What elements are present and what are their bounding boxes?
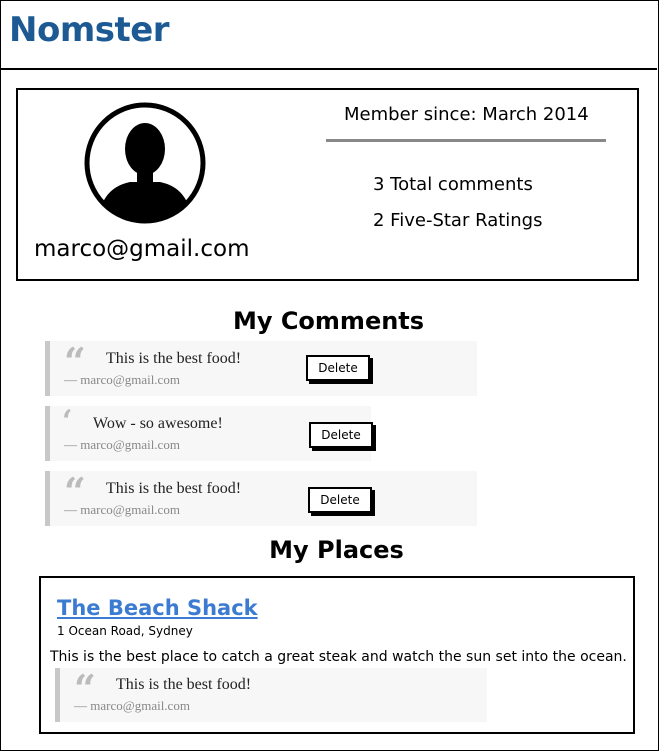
- profile-email: marco@gmail.com: [34, 236, 250, 262]
- comment-author: — marco@gmail.com: [74, 698, 190, 713]
- delete-comment-button[interactable]: Delete: [306, 355, 370, 381]
- place-card: The Beach Shack 1 Ocean Road, Sydney Thi…: [39, 576, 635, 734]
- profile-card: marco@gmail.com Member since: March 2014…: [16, 88, 639, 281]
- my-places-title: My Places: [269, 536, 404, 564]
- divider: [326, 139, 606, 142]
- brand-logo[interactable]: Nomster: [9, 10, 170, 50]
- delete-comment-button[interactable]: Delete: [308, 487, 372, 513]
- place-description: This is the best place to catch a great …: [50, 649, 627, 665]
- comment-author: — marco@gmail.com: [64, 502, 180, 517]
- comment-text: Wow - so awesome!: [93, 415, 223, 432]
- total-comments-stat: 3 Total comments: [373, 174, 533, 195]
- avatar-icon: [84, 102, 206, 224]
- comment-author: — marco@gmail.com: [64, 372, 180, 387]
- place-comment: “ This is the best food! — marco@gmail.c…: [55, 666, 487, 722]
- comment-text: This is the best food!: [106, 480, 242, 497]
- comment-text: This is the best food!: [106, 350, 242, 367]
- quote-mark-icon: ‘: [62, 404, 73, 439]
- place-address: 1 Ocean Road, Sydney: [57, 624, 193, 638]
- comment-author: — marco@gmail.com: [64, 437, 180, 452]
- my-comments-title: My Comments: [232, 307, 425, 335]
- five-star-stat: 2 Five-Star Ratings: [373, 210, 543, 231]
- delete-comment-button[interactable]: Delete: [309, 422, 373, 448]
- comment-text: This is the best food!: [116, 676, 252, 693]
- member-since: Member since: March 2014: [344, 104, 589, 125]
- comment-item: “ This is the best food! — marco@gmail.c…: [45, 469, 477, 526]
- header: Nomster: [0, 0, 657, 70]
- comment-item: “ This is the best food! — marco@gmail.c…: [45, 339, 477, 396]
- place-name-link[interactable]: The Beach Shack: [57, 596, 258, 620]
